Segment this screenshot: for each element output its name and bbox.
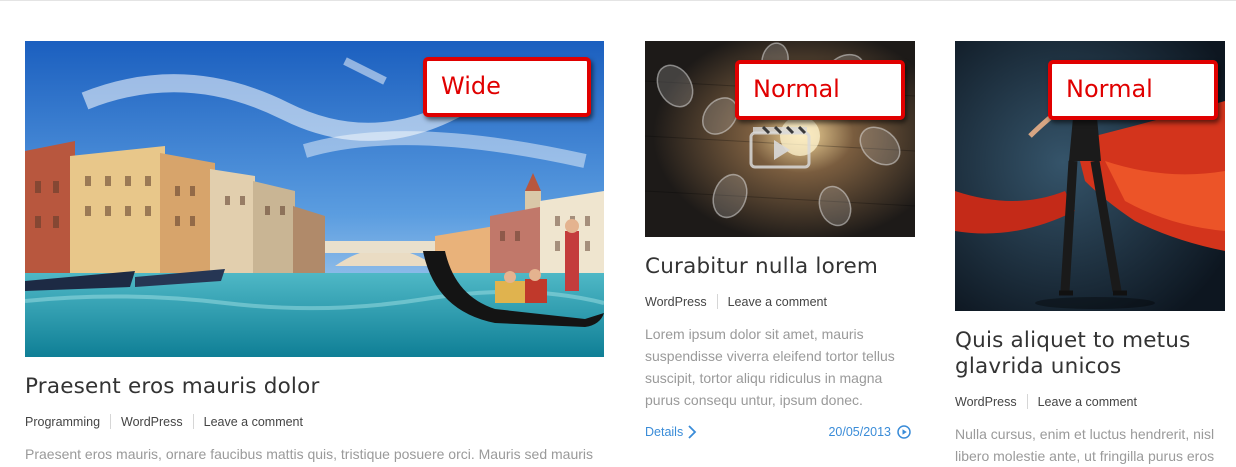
post-meta: Programming WordPress Leave a comment xyxy=(25,414,605,429)
video-play-icon[interactable] xyxy=(749,123,811,169)
meta-separator xyxy=(110,414,112,429)
leave-comment-link[interactable]: Leave a comment xyxy=(204,415,303,429)
meta-separator xyxy=(1026,394,1028,409)
leave-comment-link[interactable]: Leave a comment xyxy=(728,295,827,309)
post-meta: WordPress Leave a comment xyxy=(955,394,1225,409)
post-excerpt: Nulla cursus, enim et luctus hendrerit, … xyxy=(955,426,1215,464)
post-excerpt: Lorem ipsum dolor sit amet, mauris suspe… xyxy=(645,326,895,408)
post-card-wide: Wide Praesent eros mauris dolor Programm… xyxy=(25,41,605,465)
post-date: 20/05/2013 xyxy=(828,425,911,439)
layout-label-normal: Normal xyxy=(1048,60,1218,120)
meta-separator xyxy=(716,294,718,309)
layout-label-wide: Wide xyxy=(423,57,591,117)
category-link-wordpress[interactable]: WordPress xyxy=(645,295,707,309)
post-footer: Details 20/05/2013 xyxy=(645,425,911,439)
leave-comment-link[interactable]: Leave a comment xyxy=(1038,395,1137,409)
details-link[interactable]: Details xyxy=(645,425,697,439)
category-link-programming[interactable]: Programming xyxy=(25,415,100,429)
chevron-right-icon xyxy=(688,425,697,439)
category-link-wordpress[interactable]: WordPress xyxy=(955,395,1017,409)
play-circle-icon[interactable] xyxy=(897,425,911,439)
post-title[interactable]: Quis aliquet to metus glavrida unicos xyxy=(955,328,1217,380)
meta-separator xyxy=(192,414,194,429)
post-card-dancer: Normal Quis aliquet to metus glavrida un… xyxy=(955,41,1225,467)
details-label: Details xyxy=(645,425,684,439)
post-thumbnail-venice[interactable]: Wide xyxy=(25,41,604,357)
post-title[interactable]: Praesent eros mauris dolor xyxy=(25,374,605,400)
date-label: 20/05/2013 xyxy=(828,425,891,439)
top-divider xyxy=(0,0,1236,1)
post-thumbnail-dancer[interactable]: Normal xyxy=(955,41,1225,311)
post-excerpt: Praesent eros mauris, ornare faucibus ma… xyxy=(25,446,594,462)
post-meta: WordPress Leave a comment xyxy=(645,294,915,309)
post-thumbnail-lightbulbs[interactable]: Normal xyxy=(645,41,915,237)
layout-label-normal: Normal xyxy=(735,60,905,120)
post-title[interactable]: Curabitur nulla lorem xyxy=(645,254,915,280)
category-link-wordpress[interactable]: WordPress xyxy=(121,415,183,429)
post-card-video: Normal Curabitur nulla lorem WordPress L… xyxy=(645,41,915,439)
